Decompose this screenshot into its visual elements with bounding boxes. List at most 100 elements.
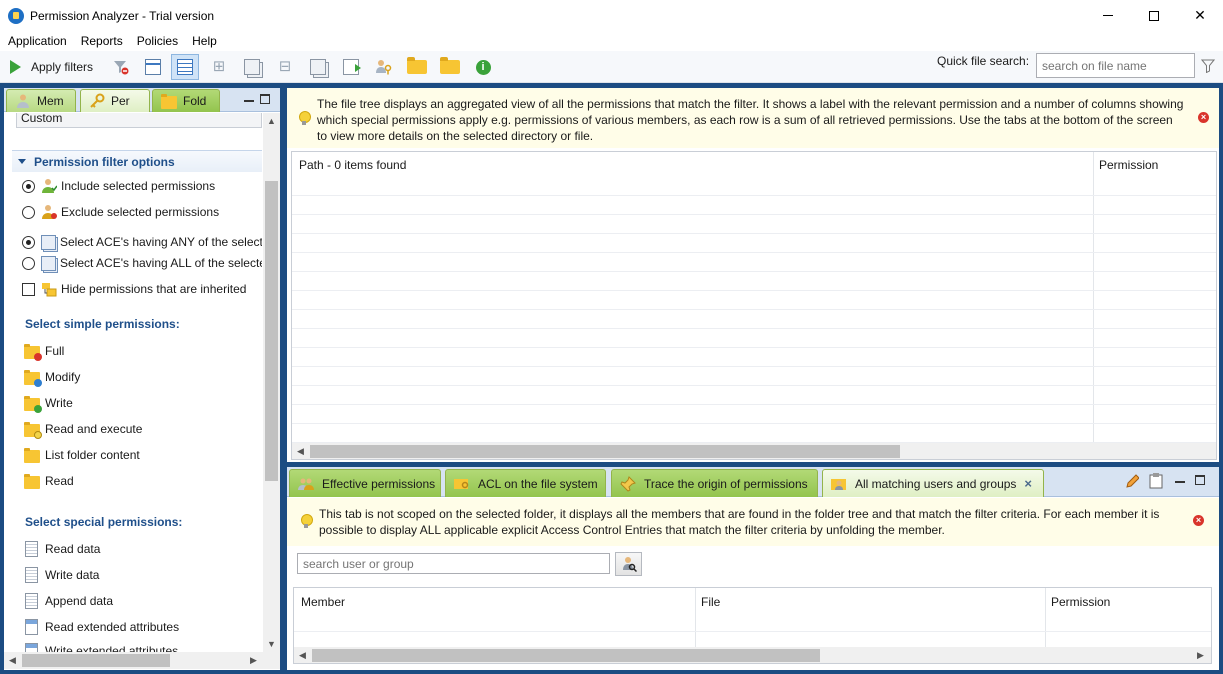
file-tree-hscroll-thumb[interactable] bbox=[310, 445, 900, 458]
details-minimize-icon[interactable] bbox=[1175, 475, 1185, 483]
minimize-button[interactable] bbox=[1085, 0, 1131, 31]
perm-read[interactable]: Read bbox=[24, 471, 74, 491]
collapse-all-button[interactable] bbox=[304, 54, 332, 80]
scroll-down-icon[interactable]: ▼ bbox=[267, 639, 276, 649]
scroll-up-icon[interactable]: ▲ bbox=[267, 116, 276, 126]
ace-any-radio[interactable] bbox=[22, 235, 35, 249]
permission-column-header[interactable]: Permission bbox=[1099, 158, 1158, 172]
pencil-icon[interactable] bbox=[1125, 473, 1139, 489]
matching-users-grid[interactable]: Member File Permission ◀ ▶ bbox=[293, 587, 1212, 664]
hide-inherited-option[interactable]: Hide permissions that are inherited bbox=[22, 279, 246, 299]
permission-column-header[interactable]: Permission bbox=[1051, 595, 1110, 609]
scroll-left-icon[interactable]: ◀ bbox=[297, 446, 304, 457]
file-column-header[interactable]: File bbox=[701, 595, 720, 609]
perm-read-data[interactable]: Read data bbox=[24, 539, 100, 559]
export-button[interactable] bbox=[337, 54, 365, 80]
table-row bbox=[292, 386, 1216, 405]
dismiss-info-icon[interactable]: × bbox=[1193, 515, 1204, 526]
file-tree-hscrollbar[interactable]: ◀ bbox=[292, 443, 1216, 459]
path-column-header[interactable]: Path - 0 items found bbox=[299, 158, 406, 172]
tab-all-matching-users[interactable]: All matching users and groups × bbox=[822, 469, 1044, 497]
ace-any-option[interactable]: Select ACE's having ANY of the selecte bbox=[22, 232, 262, 252]
tab-effective-permissions[interactable]: Effective permissions bbox=[289, 469, 441, 497]
close-window-button[interactable]: ✕ bbox=[1177, 0, 1223, 31]
ace-all-option[interactable]: Select ACE's having ALL of the selecte bbox=[22, 253, 262, 273]
panel-maximize-icon[interactable] bbox=[260, 94, 270, 104]
search-user-button[interactable] bbox=[615, 552, 642, 576]
folder-icon bbox=[161, 93, 177, 109]
tab-folders-label: Fold bbox=[183, 94, 207, 108]
permission-filter-options-header[interactable]: Permission filter options bbox=[12, 150, 262, 172]
tab-folders[interactable]: Fold bbox=[152, 89, 220, 112]
exclude-label: Exclude selected permissions bbox=[61, 205, 220, 219]
details-maximize-icon[interactable] bbox=[1195, 475, 1205, 485]
tab-effective-permissions-label: Effective permissions bbox=[322, 476, 436, 491]
hide-inherited-checkbox[interactable] bbox=[22, 282, 35, 296]
expand-all-button[interactable] bbox=[238, 54, 266, 80]
scroll-left-icon[interactable]: ◀ bbox=[299, 650, 306, 661]
perm-write[interactable]: Write bbox=[24, 393, 73, 413]
exclude-radio[interactable] bbox=[22, 205, 35, 219]
ace-all-radio[interactable] bbox=[22, 256, 35, 270]
search-user-group-input[interactable] bbox=[297, 553, 610, 574]
table-row bbox=[292, 405, 1216, 424]
clear-filter-button[interactable] bbox=[107, 54, 135, 80]
document-attributes-write-icon bbox=[25, 643, 38, 652]
matching-users-hscroll-thumb[interactable] bbox=[312, 649, 820, 662]
preset-selector[interactable]: Custom bbox=[16, 113, 262, 128]
dismiss-info-icon[interactable]: × bbox=[1198, 112, 1209, 123]
menu-help[interactable]: Help bbox=[185, 34, 224, 48]
table-row bbox=[292, 234, 1216, 253]
close-tab-icon[interactable]: × bbox=[1024, 476, 1032, 491]
tab-members[interactable]: Mem bbox=[6, 89, 76, 112]
tab-trace-origin[interactable]: Trace the origin of permissions bbox=[611, 469, 818, 497]
left-panel: Mem Per Fold Custom Permission filter op… bbox=[4, 88, 280, 670]
clipboard-icon[interactable] bbox=[1149, 473, 1163, 489]
menu-policies[interactable]: Policies bbox=[130, 34, 185, 48]
perm-read-execute[interactable]: Read and execute bbox=[24, 419, 142, 439]
tab-permissions[interactable]: Per bbox=[80, 89, 150, 112]
scroll-left-icon[interactable]: ◀ bbox=[9, 655, 16, 666]
perm-read-ext-attrs[interactable]: Read extended attributes bbox=[24, 617, 179, 637]
left-vertical-scrollbar[interactable]: ▲ ▼ bbox=[263, 113, 280, 652]
perm-write-ext-attrs[interactable]: Write extended attributes bbox=[24, 641, 178, 652]
ace-any-label: Select ACE's having ANY of the selecte bbox=[60, 235, 262, 249]
matching-users-hscrollbar[interactable]: ◀ ▶ bbox=[294, 647, 1211, 663]
perm-append-data[interactable]: Append data bbox=[24, 591, 113, 611]
menu-reports[interactable]: Reports bbox=[74, 34, 130, 48]
member-column-header[interactable]: Member bbox=[301, 595, 345, 609]
perm-modify[interactable]: Modify bbox=[24, 367, 80, 387]
menu-application[interactable]: Application bbox=[0, 34, 74, 48]
apply-filters-button[interactable]: Apply filters bbox=[6, 54, 93, 80]
collapse-button[interactable]: ⊟ bbox=[271, 54, 299, 80]
include-selected-option[interactable]: Include selected permissions bbox=[22, 176, 215, 196]
table-row bbox=[292, 348, 1216, 367]
left-horizontal-scrollbar[interactable]: ◀ ▶ bbox=[4, 652, 280, 669]
close-icon: ✕ bbox=[1194, 7, 1206, 23]
folder-users-button[interactable] bbox=[436, 54, 464, 80]
table-view-button[interactable] bbox=[139, 54, 167, 80]
expand-button[interactable]: ⊞ bbox=[205, 54, 233, 80]
quick-search-filter-icon[interactable] bbox=[1201, 59, 1215, 73]
panel-minimize-icon[interactable] bbox=[244, 94, 254, 102]
about-button[interactable]: i bbox=[469, 54, 497, 80]
exclude-selected-option[interactable]: Exclude selected permissions bbox=[22, 202, 219, 222]
file-tree-grid[interactable]: Path - 0 items found Permission ◀ bbox=[291, 151, 1217, 460]
grid-view-button[interactable] bbox=[171, 54, 199, 80]
scroll-right-icon[interactable]: ▶ bbox=[250, 655, 257, 666]
tab-acl-file-system[interactable]: ACL on the file system bbox=[445, 469, 606, 497]
members-key-button[interactable] bbox=[370, 54, 398, 80]
left-hscroll-thumb[interactable] bbox=[22, 654, 170, 667]
perm-read-ext-attrs-label: Read extended attributes bbox=[45, 620, 180, 634]
folder-full-icon bbox=[24, 343, 42, 361]
folder-key-button[interactable] bbox=[403, 54, 431, 80]
perm-list-folder[interactable]: List folder content bbox=[24, 445, 140, 465]
perm-write-ext-attrs-label: Write extended attributes bbox=[45, 644, 179, 652]
scroll-right-icon[interactable]: ▶ bbox=[1197, 650, 1204, 661]
quick-file-search-input[interactable] bbox=[1036, 53, 1195, 78]
include-radio[interactable] bbox=[22, 179, 35, 193]
left-vscroll-thumb[interactable] bbox=[265, 181, 278, 481]
maximize-button[interactable] bbox=[1131, 0, 1177, 31]
perm-write-data[interactable]: Write data bbox=[24, 565, 99, 585]
perm-full[interactable]: Full bbox=[24, 341, 64, 361]
